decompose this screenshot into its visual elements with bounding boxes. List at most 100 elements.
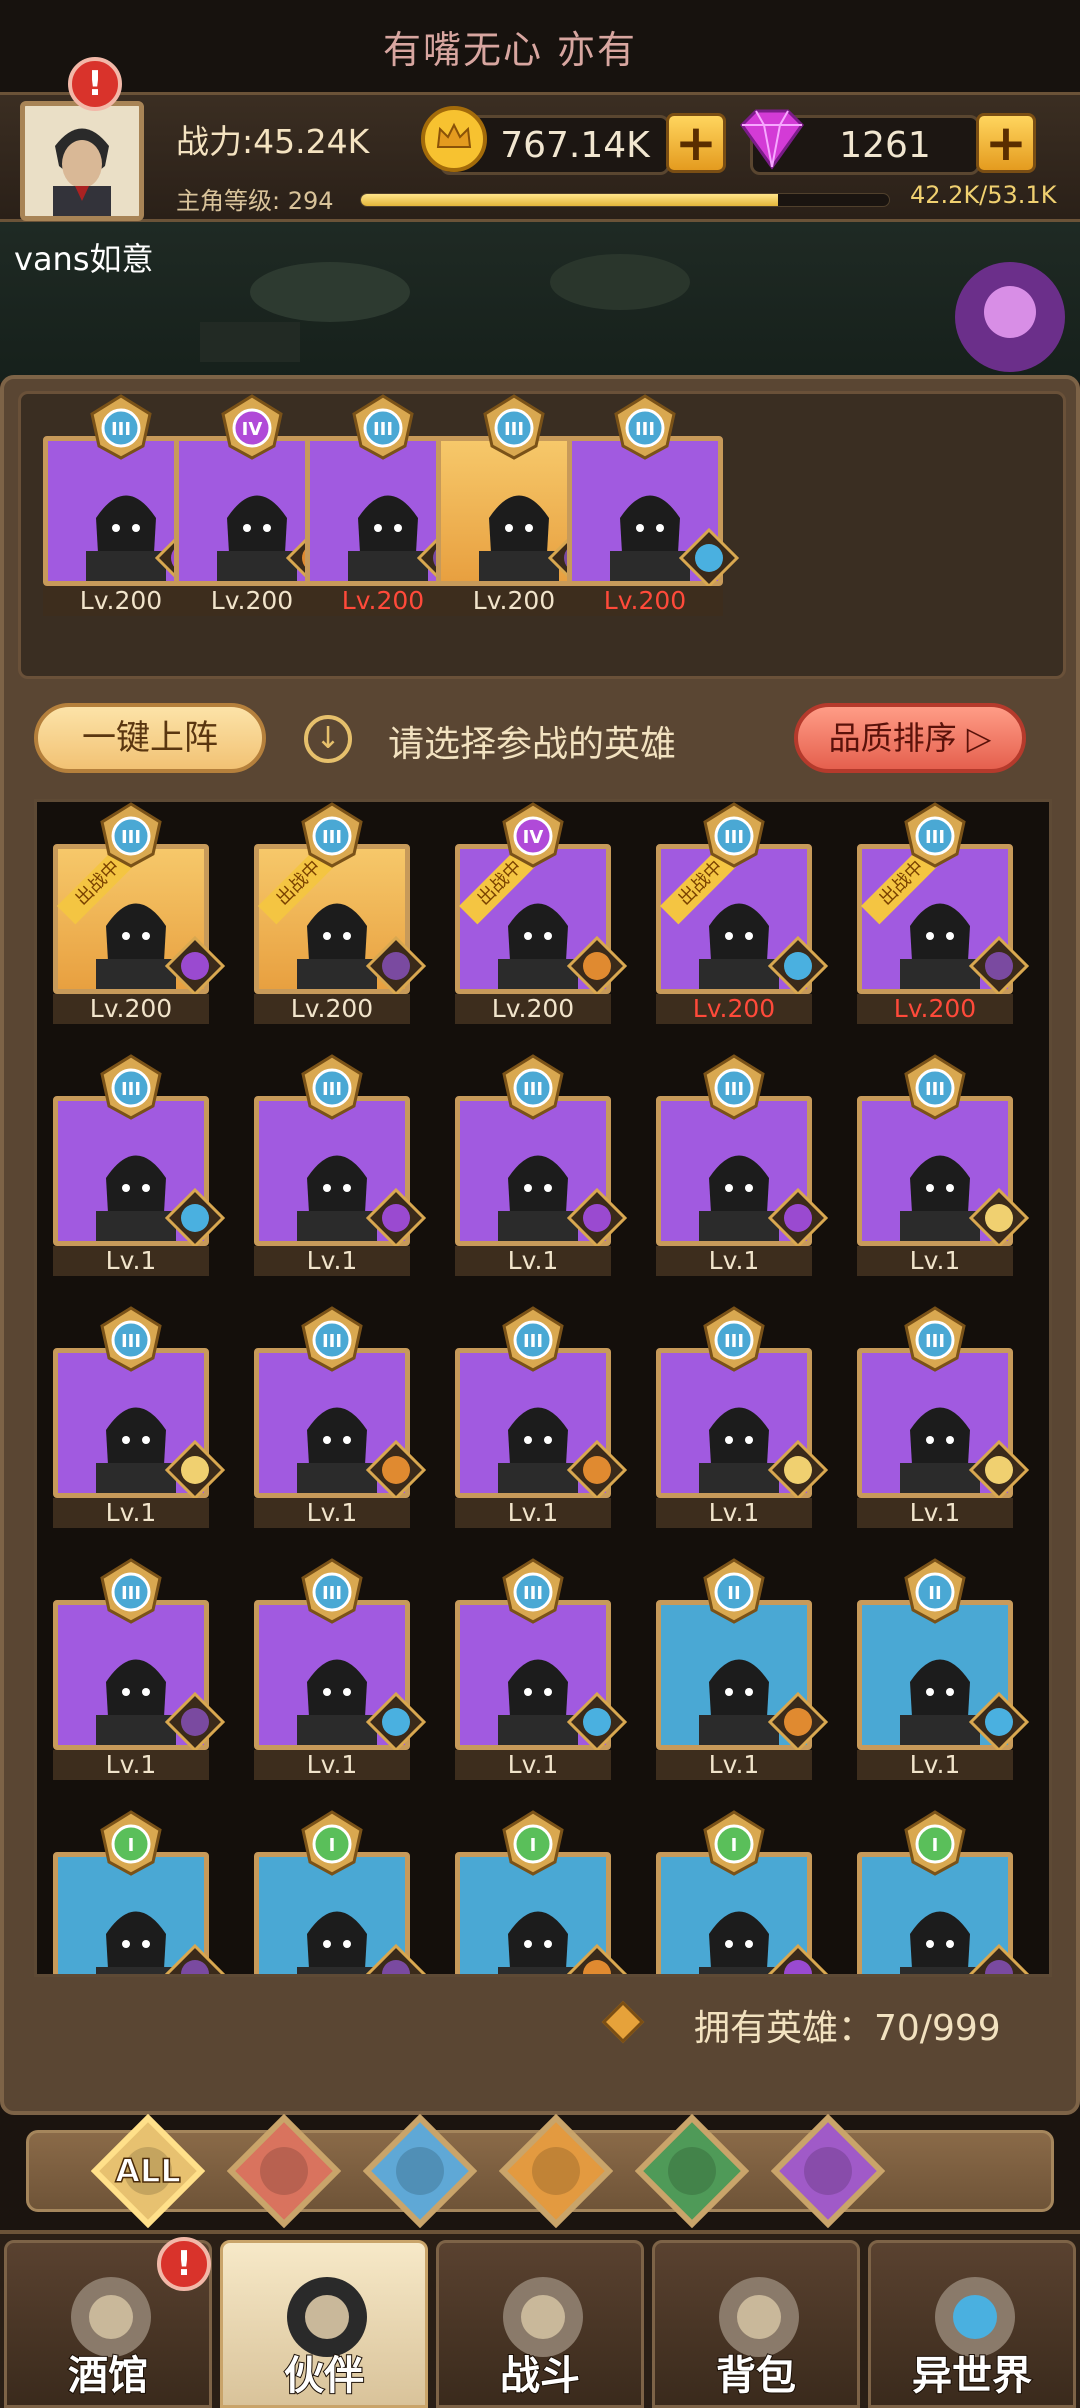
demon-icon: [768, 1944, 828, 1974]
hero-roster-grid[interactable]: 出战中 III Lv.200 出战中 III Lv.200 出战中 IV Lv.…: [34, 799, 1052, 1977]
knight-icon: [165, 1944, 225, 1974]
hero-card[interactable]: 出战中 III Lv.200: [53, 802, 225, 1024]
hero-level: Lv.1: [455, 1246, 611, 1276]
lion-icon: [567, 936, 627, 996]
filter-knight[interactable]: [226, 2113, 342, 2229]
svg-text:I: I: [128, 1835, 135, 1856]
svg-text:II: II: [727, 1583, 740, 1604]
svg-text:III: III: [724, 827, 744, 848]
svg-text:I: I: [731, 1835, 738, 1856]
hero-card[interactable]: III Lv.1: [455, 1558, 627, 1780]
rank-badge-icon: I: [904, 1810, 966, 1876]
hero-card[interactable]: 出战中 III Lv.200: [656, 802, 828, 1024]
svg-text:III: III: [925, 1331, 945, 1352]
hero-card[interactable]: III Lv.200: [567, 394, 739, 616]
filter-demon[interactable]: [770, 2113, 886, 2229]
rank-badge-icon: III: [703, 802, 765, 868]
rank-badge-icon: III: [502, 1558, 564, 1624]
filter-all[interactable]: ALL: [90, 2113, 206, 2229]
nav-tab-crossed-swords[interactable]: 战斗: [436, 2240, 644, 2408]
nav-tab-beer-mug[interactable]: 酒馆!: [4, 2237, 212, 2408]
hero-card[interactable]: I: [455, 1810, 627, 1974]
hero-card[interactable]: III Lv.1: [254, 1054, 426, 1276]
add-gems-button[interactable]: +: [976, 113, 1036, 173]
nav-alert-badge: !: [157, 2237, 211, 2291]
hero-card[interactable]: III Lv.1: [53, 1306, 225, 1528]
player-level: 294: [287, 187, 334, 215]
hero-level: Lv.1: [254, 1498, 410, 1528]
rank-badge-icon: I: [502, 1810, 564, 1876]
hero-card[interactable]: III Lv.1: [53, 1558, 225, 1780]
add-gold-button[interactable]: +: [666, 113, 726, 173]
hero-card[interactable]: III Lv.1: [455, 1054, 627, 1276]
svg-text:I: I: [932, 1835, 939, 1856]
companion-panel: III Lv.200 IV Lv.200 III Lv.200 III Lv.2…: [0, 375, 1080, 2115]
rank-badge-icon: III: [904, 1054, 966, 1120]
announcement-ticker: 有嘴无心 亦有: [0, 0, 1080, 92]
svg-text:III: III: [925, 827, 945, 848]
nav-tab-companion[interactable]: 伙伴: [220, 2240, 428, 2408]
auto-deploy-button[interactable]: 一键上阵: [34, 703, 266, 773]
hero-card[interactable]: I: [857, 1810, 1029, 1974]
knight-icon: [366, 1944, 426, 1974]
scene-art: [200, 254, 1065, 372]
fairy-icon: [366, 1692, 426, 1752]
hero-level: Lv.200: [567, 586, 723, 616]
hero-card[interactable]: I: [53, 1810, 225, 1974]
xp-progress-fill: [361, 194, 779, 206]
hero-card[interactable]: 出战中 IV Lv.200: [455, 802, 627, 1024]
rank-badge-icon: III: [100, 802, 162, 868]
hero-card[interactable]: III Lv.1: [656, 1054, 828, 1276]
gold-crown-icon: [421, 106, 487, 172]
svg-text:III: III: [523, 1331, 543, 1352]
elf-icon: [768, 1440, 828, 1500]
hero-card[interactable]: 出战中 III Lv.200: [254, 802, 426, 1024]
filter-elf[interactable]: [634, 2113, 750, 2229]
svg-text:III: III: [121, 1583, 141, 1604]
hero-level: Lv.1: [656, 1750, 812, 1780]
fairy-icon: [567, 1692, 627, 1752]
hero-card[interactable]: II Lv.1: [656, 1558, 828, 1780]
gold-value: 767.14K: [500, 124, 650, 166]
all-icon: ALL: [90, 2113, 206, 2229]
hero-level: Lv.1: [656, 1498, 812, 1528]
nav-label: 背包: [715, 2352, 797, 2400]
rank-badge-icon: II: [703, 1558, 765, 1624]
nav-tab-backpack[interactable]: 背包: [652, 2240, 860, 2408]
world-scene-backdrop: vans如意: [0, 222, 1080, 382]
svg-text:III: III: [724, 1331, 744, 1352]
filter-fairy[interactable]: [362, 2113, 478, 2229]
quality-sort-button[interactable]: 品质排序 ▷: [794, 703, 1026, 773]
rank-badge-icon: III: [90, 394, 152, 460]
filter-lion[interactable]: [498, 2113, 614, 2229]
hero-card[interactable]: III Lv.1: [53, 1054, 225, 1276]
hero-card[interactable]: II Lv.1: [857, 1558, 1029, 1780]
rank-badge-icon: I: [301, 1810, 363, 1876]
hero-card[interactable]: III Lv.1: [254, 1306, 426, 1528]
hero-card[interactable]: I: [656, 1810, 828, 1974]
svg-text:IV: IV: [523, 827, 544, 848]
svg-text:III: III: [121, 1079, 141, 1100]
player-avatar[interactable]: [20, 101, 144, 221]
hero-card[interactable]: III Lv.1: [254, 1558, 426, 1780]
hero-card[interactable]: III Lv.1: [857, 1306, 1029, 1528]
nav-tab-portal[interactable]: 异世界: [868, 2240, 1076, 2408]
avatar-alert-badge: !: [68, 57, 122, 111]
hero-card[interactable]: 出战中 III Lv.200: [857, 802, 1029, 1024]
player-header: ! 战力:45.24K 主角等级: 294 42.2K/53.1K 767.14…: [0, 57, 1080, 222]
hero-card[interactable]: I: [254, 1810, 426, 1974]
lion-icon: [768, 1692, 828, 1752]
hero-card[interactable]: III Lv.1: [455, 1306, 627, 1528]
hero-card[interactable]: III Lv.1: [857, 1054, 1029, 1276]
rank-badge-icon: III: [301, 802, 363, 868]
fairy-icon: [362, 2113, 478, 2229]
svg-text:III: III: [523, 1079, 543, 1100]
owned-hero-count: 拥有英雄：70/999: [694, 2008, 1001, 2049]
hero-card[interactable]: III Lv.1: [656, 1306, 828, 1528]
knight-icon: [969, 936, 1029, 996]
elf-icon: [165, 1440, 225, 1500]
rank-badge-icon: III: [904, 802, 966, 868]
hero-level: Lv.200: [53, 994, 209, 1024]
rank-badge-icon: IV: [502, 802, 564, 868]
svg-text:III: III: [322, 827, 342, 848]
